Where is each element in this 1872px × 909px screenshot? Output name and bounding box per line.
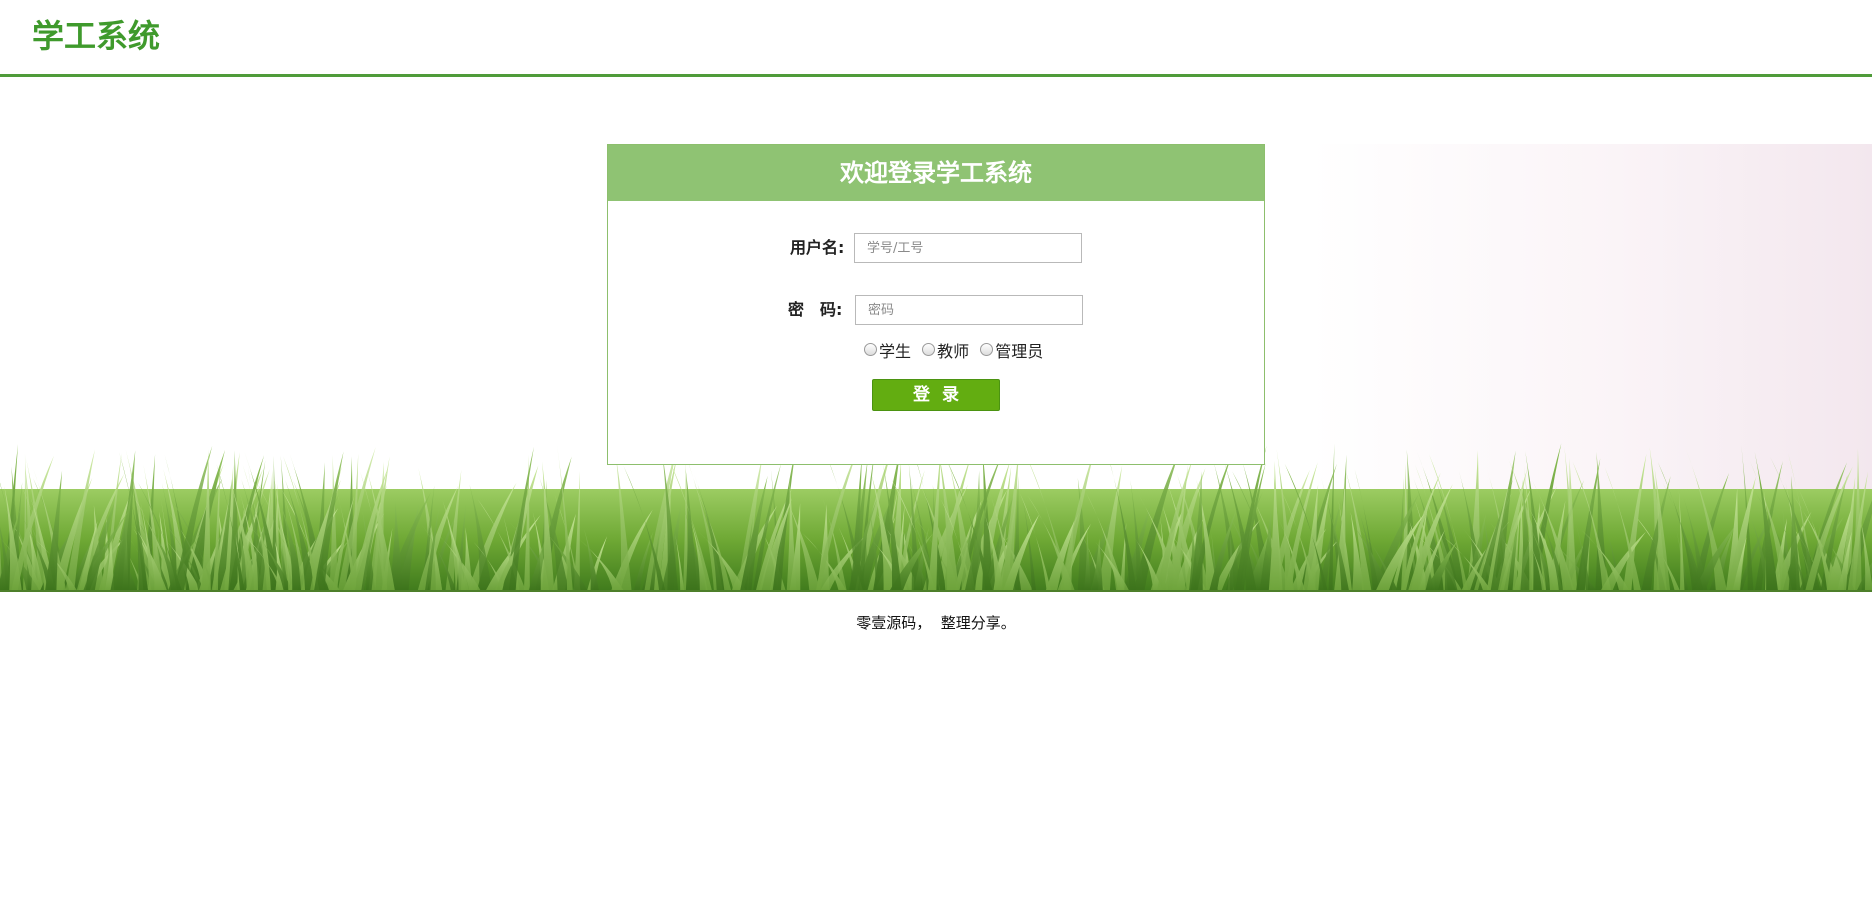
username-input[interactable]: [854, 233, 1082, 263]
password-input[interactable]: [855, 295, 1083, 325]
role-selector: 学生 教师 管理员: [864, 341, 1049, 363]
role-student-label: 学生: [879, 342, 912, 361]
radio-admin[interactable]: [980, 343, 994, 356]
role-teacher-label: 教师: [937, 342, 970, 361]
header: 学工系统: [0, 0, 1872, 77]
login-title: 欢迎登录学工系统: [608, 145, 1264, 201]
password-label: 密 码:: [788, 300, 843, 319]
login-panel: 欢迎登录学工系统 用户名: 密 码: 学生 教师 管理员 登录: [607, 144, 1265, 465]
role-admin[interactable]: 管理员: [980, 341, 1043, 363]
role-admin-label: 管理员: [995, 342, 1044, 361]
radio-teacher[interactable]: [922, 343, 936, 356]
role-student[interactable]: 学生: [864, 341, 911, 363]
username-row: 用户名:: [608, 233, 1264, 263]
username-label: 用户名:: [790, 238, 845, 257]
radio-student[interactable]: [864, 343, 877, 356]
role-teacher[interactable]: 教师: [922, 341, 969, 363]
login-button[interactable]: 登录: [872, 379, 1000, 411]
password-row: 密 码:: [608, 295, 1264, 325]
site-logo[interactable]: 学工系统: [32, 16, 160, 56]
footer-text: 零壹源码， 整理分享。: [856, 614, 1016, 632]
